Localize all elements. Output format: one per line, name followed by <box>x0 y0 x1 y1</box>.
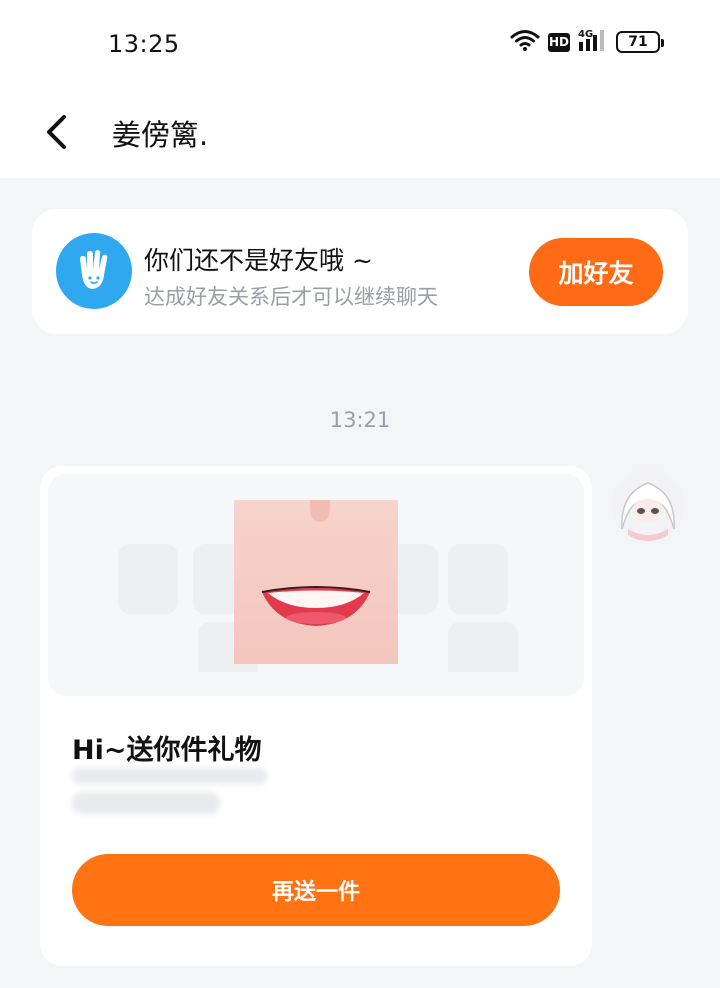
chat-screen: 13:25 HD 4G 71 姜傍篱. 你们还不是好友哦 ~ 达成好友关系后才可… <box>0 0 720 988</box>
status-icons: HD 4G 71 <box>510 28 664 56</box>
gift-message-card[interactable]: Hi~送你件礼物 再送一件 <box>40 466 592 966</box>
add-friend-button[interactable]: 加好友 <box>529 238 663 306</box>
gift-message-title: Hi~送你件礼物 <box>72 735 262 766</box>
blurred-line <box>72 768 268 784</box>
chat-title: 姜傍篱. <box>112 118 209 152</box>
signal-icon: 4G <box>578 28 608 56</box>
battery-icon: 71 <box>616 31 664 53</box>
back-button[interactable] <box>30 106 82 158</box>
status-bar: 13:25 HD 4G 71 <box>0 0 720 88</box>
wifi-icon <box>510 29 540 55</box>
blurred-line <box>72 792 220 814</box>
title-bar: 姜傍篱. <box>0 88 720 178</box>
network-type-label: 4G <box>578 29 593 40</box>
hd-icon: HD <box>548 32 570 52</box>
message-timestamp: 13:21 <box>329 408 391 432</box>
battery-level: 71 <box>628 34 648 50</box>
status-time: 13:25 <box>108 30 180 58</box>
back-arrow-icon <box>47 115 66 149</box>
friend-notice-title: 你们还不是好友哦 ~ <box>144 246 373 275</box>
sender-avatar[interactable] <box>612 469 684 541</box>
gift-preview[interactable] <box>48 474 584 696</box>
friend-notice-card: 你们还不是好友哦 ~ 达成好友关系后才可以继续聊天 加好友 <box>32 209 688 334</box>
hand-icon <box>56 233 132 309</box>
send-again-button[interactable]: 再送一件 <box>72 854 560 926</box>
gift-image[interactable] <box>234 500 398 664</box>
friend-notice-subtitle: 达成好友关系后才可以继续聊天 <box>144 285 438 309</box>
